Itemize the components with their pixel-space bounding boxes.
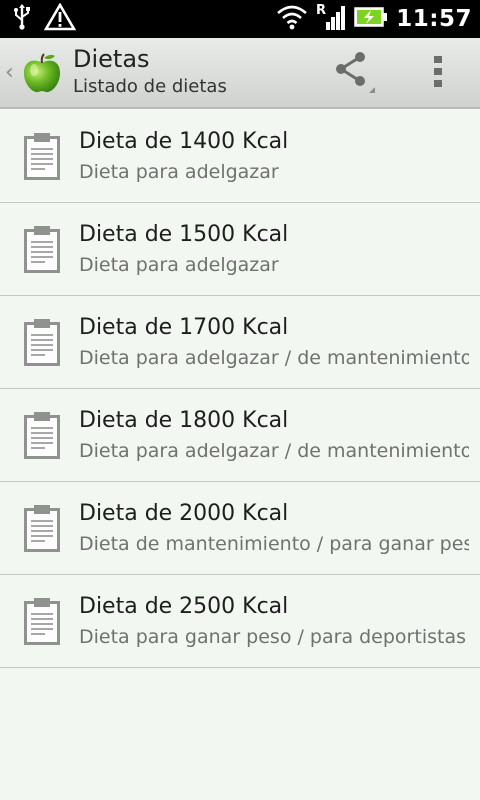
clipboard-icon xyxy=(24,225,60,273)
usb-icon xyxy=(12,3,32,35)
overflow-menu-icon xyxy=(432,55,444,93)
diet-title: Dieta de 1800 Kcal xyxy=(79,408,289,433)
clipboard-icon xyxy=(24,411,60,459)
diet-subtitle: Dieta para adelgazar xyxy=(79,254,279,276)
clipboard-icon xyxy=(24,504,60,552)
back-chevron-icon[interactable]: ‹ xyxy=(5,60,14,85)
diet-list-item-2500[interactable]: Dieta de 2500 Kcal Dieta para ganar peso… xyxy=(0,575,480,668)
diet-list-item-1700[interactable]: Dieta de 1700 Kcal Dieta para adelgazar … xyxy=(0,296,480,389)
title-block: Dietas Listado de dietas xyxy=(73,44,227,99)
clipboard-icon xyxy=(24,318,60,366)
diet-subtitle: Dieta para ganar peso / para deportistas xyxy=(79,626,466,648)
roaming-signal-icon: R xyxy=(316,2,346,36)
svg-text:R: R xyxy=(316,3,326,18)
diet-title: Dieta de 2000 Kcal xyxy=(79,501,289,526)
diet-subtitle: Dieta para adelgazar xyxy=(79,161,279,183)
diet-title: Dieta de 2500 Kcal xyxy=(79,594,289,619)
share-button[interactable] xyxy=(324,46,380,102)
overflow-menu-button[interactable] xyxy=(418,46,458,102)
warning-icon xyxy=(43,2,77,35)
clipboard-icon xyxy=(24,132,60,180)
apple-logo[interactable] xyxy=(22,52,62,94)
page-subtitle: Listado de dietas xyxy=(73,76,227,97)
diet-list: Dieta de 1400 Kcal Dieta para adelgazar … xyxy=(0,110,480,668)
action-bar: ‹ Dietas Listado de dietas xyxy=(0,38,480,109)
battery-charging-icon xyxy=(354,6,388,32)
page-title: Dietas xyxy=(73,45,150,73)
diet-subtitle: Dieta para adelgazar / de mantenimiento xyxy=(79,347,469,369)
clipboard-icon xyxy=(24,597,60,645)
diet-title: Dieta de 1400 Kcal xyxy=(79,129,289,154)
share-icon xyxy=(327,47,377,101)
diet-list-item-1500[interactable]: Dieta de 1500 Kcal Dieta para adelgazar xyxy=(0,203,480,296)
diet-title: Dieta de 1500 Kcal xyxy=(79,222,289,247)
wifi-icon xyxy=(276,4,308,34)
clock: 11:57 xyxy=(396,6,472,32)
diet-list-item-1400[interactable]: Dieta de 1400 Kcal Dieta para adelgazar xyxy=(0,110,480,203)
diet-title: Dieta de 1700 Kcal xyxy=(79,315,289,340)
diet-list-item-2000[interactable]: Dieta de 2000 Kcal Dieta de mantenimient… xyxy=(0,482,480,575)
diet-subtitle: Dieta de mantenimiento / para ganar peso xyxy=(79,533,469,555)
diet-list-item-1800[interactable]: Dieta de 1800 Kcal Dieta para adelgazar … xyxy=(0,389,480,482)
diet-subtitle: Dieta para adelgazar / de mantenimiento xyxy=(79,440,469,462)
status-bar: R 11:57 xyxy=(0,0,480,38)
